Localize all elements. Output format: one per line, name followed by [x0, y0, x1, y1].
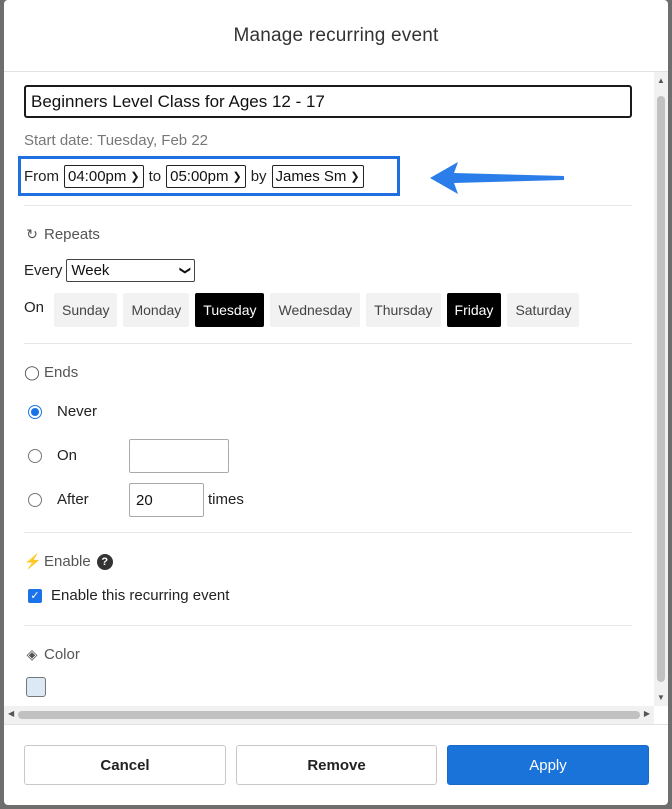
event-title-input[interactable] [24, 85, 632, 118]
recurring-event-dialog: Manage recurring event Start date: Tuesd… [4, 0, 668, 805]
dialog-title: Manage recurring event [233, 24, 439, 46]
ends-never-option[interactable]: Never [28, 403, 97, 420]
ends-text: Ends [44, 364, 79, 381]
divider [24, 532, 632, 533]
scroll-right-icon[interactable]: ▶ [644, 709, 650, 718]
color-text: Color [44, 646, 80, 663]
circle-icon: ◯ [24, 364, 40, 380]
ends-label: ◯ Ends [24, 364, 78, 381]
horizontal-scroll-thumb[interactable] [18, 711, 640, 719]
scroll-left-icon[interactable]: ◀ [8, 709, 14, 718]
after-radio[interactable] [28, 492, 42, 507]
color-label: ◈ Color [24, 646, 80, 663]
never-radio[interactable] [28, 404, 42, 419]
day-wednesday[interactable]: Wednesday [270, 293, 361, 327]
to-time-select[interactable]: 05:00pm ❯ [166, 164, 246, 188]
weekday-row: On Sunday Monday Tuesday Wednesday Thurs… [24, 293, 585, 327]
to-label: to [148, 167, 162, 185]
on-date-label: On [57, 447, 78, 464]
occurrences-input[interactable]: 20 [129, 483, 204, 517]
annotation-arrow-icon [430, 162, 564, 194]
ends-on-option[interactable]: On [28, 447, 77, 464]
every-row: Every Week ❯ [24, 259, 196, 282]
from-time-value: 04:00pm [68, 167, 127, 185]
day-friday[interactable]: Friday [446, 293, 502, 327]
enable-option[interactable]: ✓ Enable this recurring event [28, 587, 229, 604]
divider [24, 343, 632, 344]
divider [24, 205, 632, 206]
after-label: After [57, 491, 89, 508]
on-radio[interactable] [28, 448, 42, 463]
enable-label: ⚡ Enable ? [24, 553, 113, 570]
color-swatch[interactable] [26, 677, 46, 697]
times-label: times [208, 491, 244, 508]
instructor-select[interactable]: James Sm ❯ [271, 164, 364, 188]
time-range-row: From 04:00pm ❯ to 05:00pm ❯ by James Sm ❯ [18, 156, 400, 196]
remove-button[interactable]: Remove [236, 745, 437, 785]
ends-after-option[interactable]: After [28, 491, 89, 508]
end-date-input[interactable] [129, 439, 229, 473]
enable-checkbox[interactable]: ✓ [28, 588, 42, 603]
help-icon[interactable]: ? [96, 553, 113, 570]
chevron-down-icon: ❯ [232, 170, 242, 183]
chevron-down-icon: ❯ [350, 170, 360, 183]
paint-bucket-icon: ◈ [26, 646, 38, 662]
on-label: On [24, 299, 45, 316]
enable-checkbox-label: Enable this recurring event [51, 587, 230, 604]
instructor-value: James Sm [275, 167, 347, 185]
by-label: by [250, 167, 267, 185]
dialog-body: Start date: Tuesday, Feb 22 From 04:00pm… [4, 72, 668, 724]
day-thursday[interactable]: Thursday [366, 293, 441, 327]
apply-button[interactable]: Apply [447, 745, 649, 785]
day-sunday[interactable]: Sunday [54, 293, 118, 327]
horizontal-scrollbar[interactable]: ◀ ▶ [4, 706, 654, 724]
dialog-footer: Cancel Remove Apply [4, 724, 668, 805]
dialog-header: Manage recurring event [4, 0, 668, 72]
to-time-value: 05:00pm [170, 167, 229, 185]
day-monday[interactable]: Monday [123, 293, 190, 327]
day-tuesday[interactable]: Tuesday [195, 293, 265, 327]
start-date-text: Start date: Tuesday, Feb 22 [24, 132, 208, 149]
from-label: From [24, 167, 59, 185]
repeats-label: ↻ Repeats [24, 226, 100, 243]
day-saturday[interactable]: Saturday [507, 293, 580, 327]
vertical-scroll-thumb[interactable] [657, 96, 665, 682]
scroll-up-icon[interactable]: ▲ [654, 76, 668, 85]
frequency-value: Week [71, 262, 110, 279]
chevron-down-icon: ❯ [130, 170, 140, 183]
vertical-scrollbar[interactable]: ▲ ▼ [654, 72, 668, 706]
scroll-down-icon[interactable]: ▼ [654, 693, 668, 702]
frequency-select[interactable]: Week ❯ [66, 259, 196, 282]
refresh-icon: ↻ [26, 226, 38, 242]
enable-text: Enable [44, 553, 91, 570]
repeats-text: Repeats [44, 226, 100, 243]
every-label: Every [24, 262, 63, 279]
divider [24, 625, 632, 626]
lightning-icon: ⚡ [24, 553, 42, 569]
cancel-button[interactable]: Cancel [24, 745, 226, 785]
chevron-down-icon: ❯ [179, 265, 192, 276]
from-time-select[interactable]: 04:00pm ❯ [64, 164, 144, 188]
never-label: Never [57, 403, 98, 420]
